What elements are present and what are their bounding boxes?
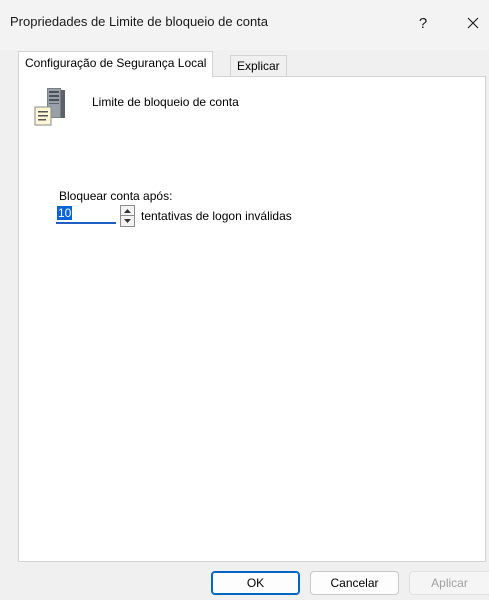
policy-name: Limite de bloqueio de conta — [92, 95, 239, 109]
apply-button[interactable]: Aplicar — [409, 571, 489, 595]
tab-local-security-setting[interactable]: Configuração de Segurança Local — [18, 51, 214, 77]
server-policy-icon — [34, 88, 65, 126]
lockout-label: Bloquear conta após: — [59, 189, 173, 203]
chevron-up-icon — [124, 208, 131, 213]
chevron-down-icon — [124, 219, 131, 223]
spin-up-button[interactable] — [120, 205, 135, 216]
ok-button[interactable]: OK — [211, 571, 300, 595]
lockout-threshold-spinner — [120, 205, 135, 227]
tab-explain[interactable]: Explicar — [230, 55, 287, 77]
close-icon — [467, 17, 479, 29]
lockout-threshold-value: 10 — [57, 206, 73, 220]
cancel-button[interactable]: Cancelar — [310, 571, 399, 595]
properties-dialog: Propriedades de Limite de bloqueio de co… — [0, 0, 489, 600]
window-title: Propriedades de Limite de bloqueio de co… — [10, 14, 269, 29]
close-button[interactable] — [458, 10, 488, 36]
unit-label: tentativas de logon inválidas — [141, 209, 292, 223]
tab-panel: Limite de bloqueio de conta Bloquear con… — [18, 76, 486, 562]
help-icon: ? — [418, 14, 428, 32]
spin-down-button[interactable] — [120, 216, 135, 227]
title-bar: Propriedades de Limite de bloqueio de co… — [0, 0, 489, 50]
help-button[interactable]: ? — [408, 10, 438, 36]
